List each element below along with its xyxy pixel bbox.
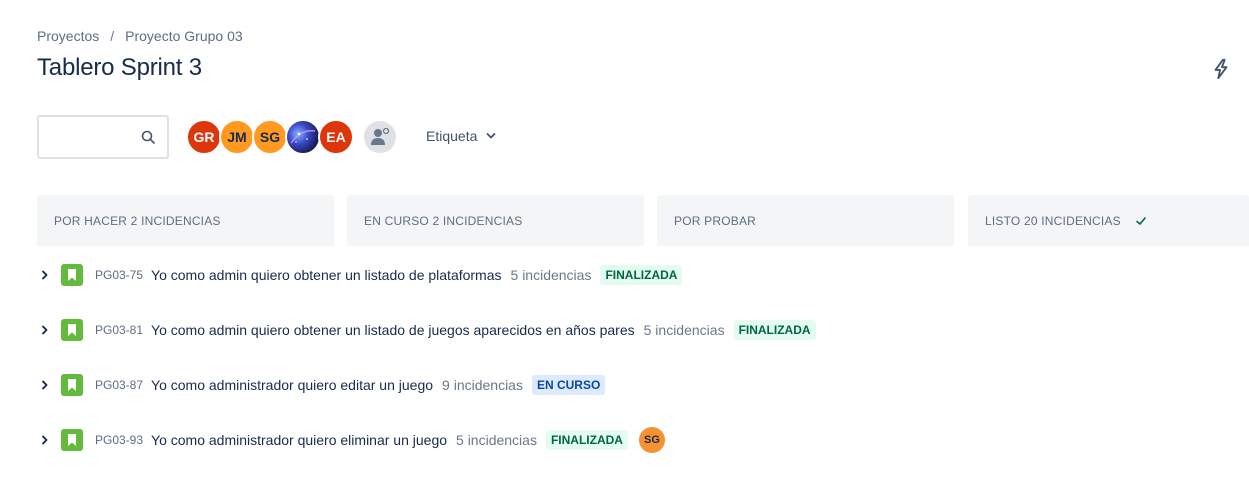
issue-count: 5 incidencias — [456, 432, 537, 448]
search-icon — [141, 130, 155, 144]
expand-chevron-icon[interactable] — [37, 377, 53, 393]
avatar-initials: JM — [227, 129, 247, 145]
avatar-sg[interactable]: SG — [252, 119, 288, 155]
story-row[interactable]: PG03-87 Yo como administrador quiero edi… — [37, 373, 606, 397]
issue-summary: Yo como admin quiero obtener un listado … — [151, 267, 502, 283]
status-badge: FINALIZADA — [600, 265, 683, 285]
column-todo: POR HACER 2 INCIDENCIAS — [37, 195, 334, 246]
chevron-down-icon — [486, 133, 496, 139]
add-people-button[interactable] — [362, 119, 398, 155]
status-badge: FINALIZADA — [545, 430, 628, 450]
story-row[interactable]: PG03-81 Yo como admin quiero obtener un … — [37, 318, 816, 342]
story-icon — [61, 429, 83, 451]
column-done-label: LISTO 20 INCIDENCIAS — [985, 213, 1121, 228]
issue-summary: Yo como administrador quiero eliminar un… — [151, 432, 448, 448]
breadcrumb-projects[interactable]: Proyectos — [37, 28, 99, 44]
avatar-initials: GR — [193, 129, 215, 145]
issue-count: 5 incidencias — [643, 322, 725, 338]
story-row[interactable]: PG03-75 Yo como admin quiero obtener un … — [37, 263, 683, 287]
column-to-test: POR PROBAR — [657, 195, 954, 246]
column-done: LISTO 20 INCIDENCIAS — [968, 195, 1249, 246]
story-row[interactable]: PG03-93 Yo como administrador quiero eli… — [37, 427, 665, 453]
issue-summary: Yo como admin quiero obtener un listado … — [151, 322, 635, 338]
page-title: Tablero Sprint 3 — [37, 54, 202, 81]
column-in-progress: EN CURSO 2 INCIDENCIAS — [347, 195, 644, 246]
avatar-galaxy-image[interactable] — [285, 119, 321, 155]
story-icon — [61, 374, 83, 396]
label-filter-dropdown[interactable]: Etiqueta — [426, 128, 496, 144]
status-badge: EN CURSO — [531, 375, 606, 395]
expand-chevron-icon[interactable] — [37, 322, 53, 338]
expand-chevron-icon[interactable] — [37, 267, 53, 283]
breadcrumb: Proyectos / Proyecto Grupo 03 — [37, 28, 243, 44]
issue-key[interactable]: PG03-81 — [95, 323, 143, 337]
issue-key[interactable]: PG03-87 — [95, 378, 143, 392]
label-filter-text: Etiqueta — [426, 128, 478, 144]
issue-key[interactable]: PG03-75 — [95, 268, 143, 282]
issue-key[interactable]: PG03-93 — [95, 433, 143, 447]
search-input[interactable] — [47, 117, 142, 157]
add-user-icon — [371, 126, 391, 145]
story-icon — [61, 264, 83, 286]
avatar-jm[interactable]: JM — [219, 119, 255, 155]
story-icon — [61, 319, 83, 341]
expand-chevron-icon[interactable] — [37, 432, 53, 448]
issue-count: 9 incidencias — [442, 377, 523, 393]
assignee-avatar[interactable]: SG — [638, 427, 665, 453]
issue-summary: Yo como administrador quiero editar un j… — [151, 377, 434, 393]
avatar-ea[interactable]: EA — [318, 119, 354, 155]
breadcrumb-project[interactable]: Proyecto Grupo 03 — [125, 28, 243, 44]
avatar-initials: SG — [259, 129, 281, 145]
automation-lightning-icon[interactable] — [1210, 58, 1232, 80]
avatar-initials: EA — [326, 129, 346, 145]
column-todo-label: POR HACER 2 INCIDENCIAS — [54, 213, 221, 228]
breadcrumb-separator: / — [110, 28, 115, 44]
issue-count: 5 incidencias — [510, 267, 592, 283]
avatar-group: GR JM SG EA — [186, 119, 398, 155]
column-to-test-label: POR PROBAR — [674, 213, 757, 228]
status-badge: FINALIZADA — [733, 320, 816, 340]
galaxy-image-icon — [290, 130, 316, 144]
column-in-progress-label: EN CURSO 2 INCIDENCIAS — [364, 213, 523, 228]
check-icon — [1136, 216, 1146, 225]
search-field[interactable] — [37, 115, 169, 159]
avatar-gr[interactable]: GR — [186, 119, 222, 155]
